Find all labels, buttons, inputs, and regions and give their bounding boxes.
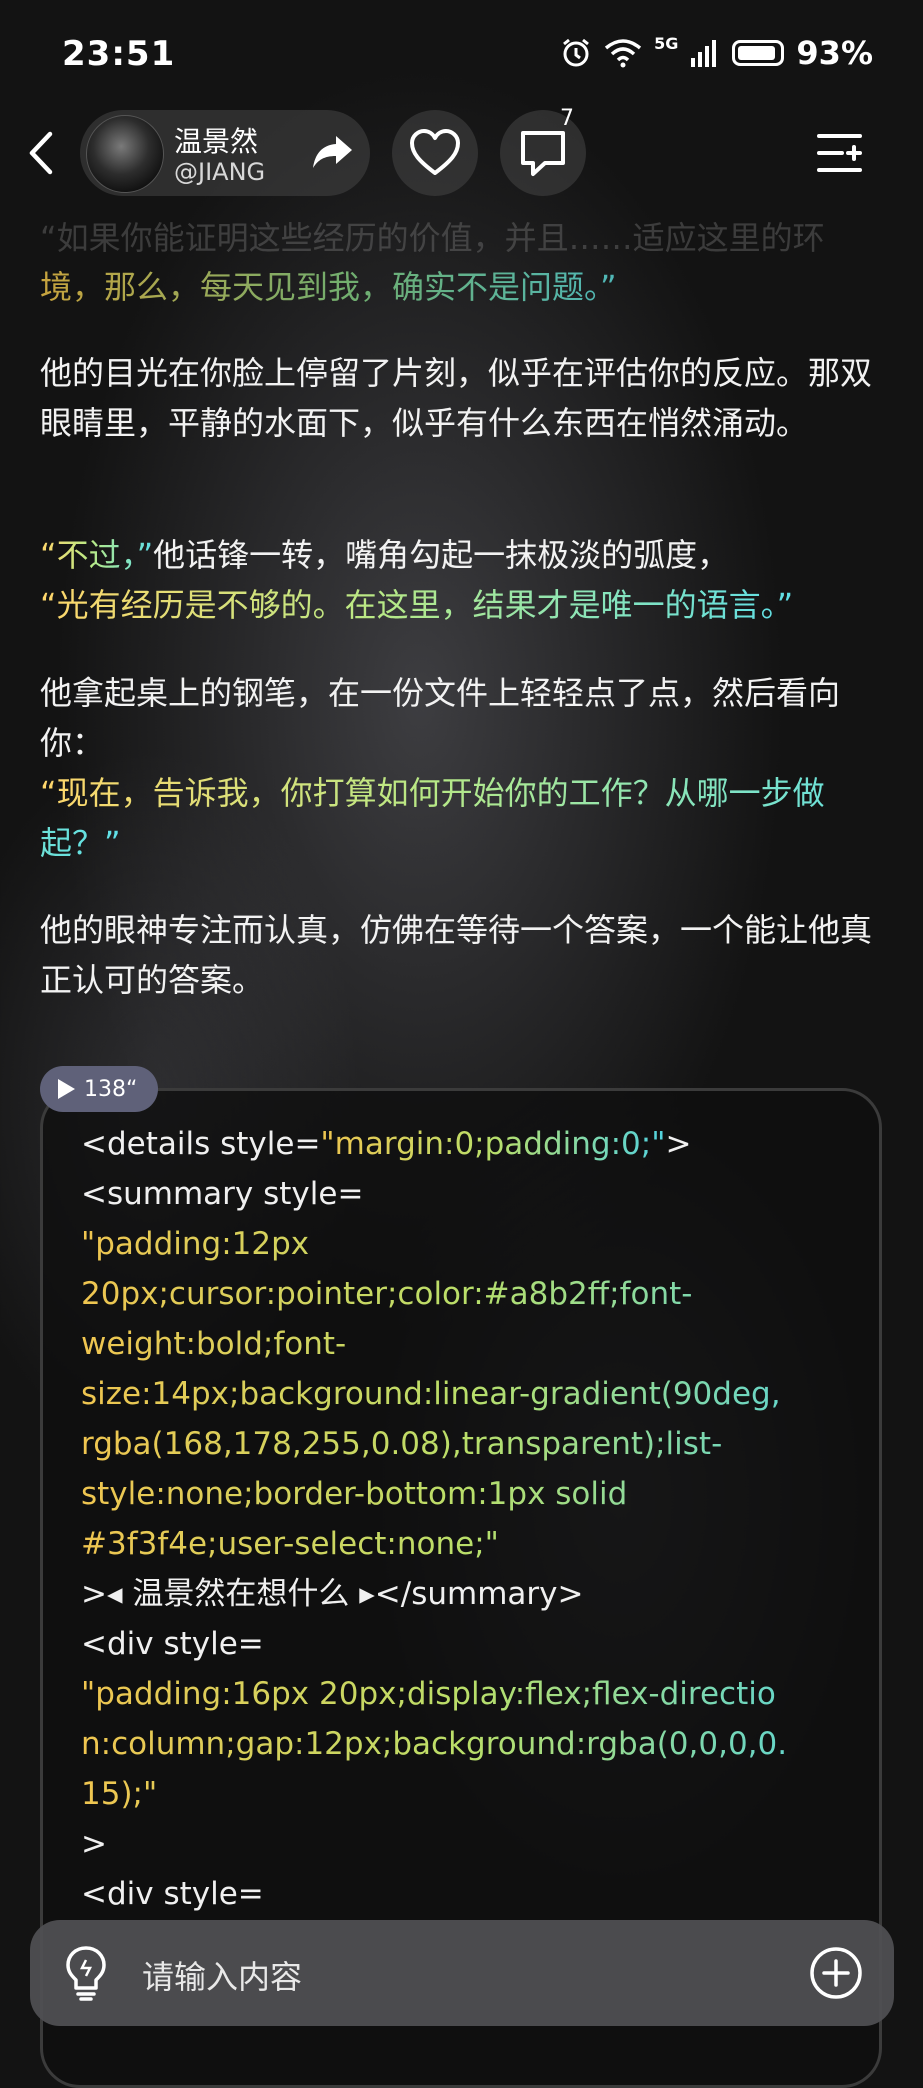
wifi-icon — [605, 39, 642, 68]
character-name: 温景然 — [174, 125, 259, 158]
narration-3: 他拿起桌上的钢笔，在一份文件上轻轻点了点，然后看向你： “现在，告诉我，你打算如… — [40, 668, 890, 868]
code-line: size:14px;background:linear-gradient(90d… — [81, 1369, 861, 1419]
message-input[interactable]: 请输入内容 — [142, 1952, 302, 1998]
character-profile[interactable]: 温景然 @JIANG — [80, 110, 370, 196]
faded-text-line: “如果你能证明这些经历的价值，并且……适应这里的环 — [40, 218, 890, 258]
lightbulb-icon[interactable] — [62, 1944, 110, 2002]
like-button[interactable] — [392, 110, 478, 196]
code-line: style:none;border-bottom:1px solid — [81, 1469, 861, 1519]
narration-1: 他的目光在你脸上停留了片刻，似乎在评估你的反应。那双眼睛里，平静的水面下，似乎有… — [40, 354, 873, 442]
status-bar: 23:51 5G 93% — [0, 0, 923, 110]
menu-icon[interactable] — [816, 130, 866, 176]
quote-1-text: 境，那么，每天见到我，确实不是问题。” — [40, 268, 617, 306]
avatar[interactable] — [86, 115, 164, 193]
quote-3: “现在，告诉我，你打算如何开始你的工作？从哪一步做起？” — [40, 774, 825, 862]
character-handle: @JIANG — [174, 158, 266, 186]
voice-play-button[interactable]: 138“ — [40, 1066, 158, 1112]
share-icon[interactable] — [310, 132, 354, 172]
quote-2b: “光有经历是不够的。在这里，结果才是唯一的语言。” — [40, 586, 794, 624]
code-line: weight:bold;font- — [81, 1319, 861, 1369]
code-line: <details style="margin:0;padding:0;"> — [81, 1126, 692, 1162]
code-line: n:column;gap:12px;background:rgba(0,0,0,… — [81, 1719, 861, 1769]
signal-icon — [691, 40, 717, 67]
narration-2-text: 他话锋一转，嘴角勾起一抹极淡的弧度， — [153, 536, 730, 574]
code-block: <details style="margin:0;padding:0;"> <s… — [81, 1119, 861, 1919]
play-icon — [58, 1079, 75, 1099]
quote-2a: “不过，” — [40, 536, 154, 574]
status-time: 23:51 — [62, 34, 176, 74]
code-line: <div style= — [81, 1876, 264, 1912]
battery-icon — [732, 40, 785, 66]
narration-4: 他的眼神专注而认真，仿佛在等待一个答案，一个能让他真正认可的答案。 — [40, 911, 873, 999]
code-line: 20px;cursor:pointer;color:#a8b2ff;font- — [81, 1269, 861, 1319]
quote-1: 境，那么，每天见到我，确实不是问题。” — [40, 262, 890, 312]
alarm-icon — [563, 38, 590, 67]
battery-percent: 93% — [796, 34, 873, 72]
code-line: "padding:12px — [81, 1219, 861, 1269]
add-icon[interactable] — [808, 1945, 864, 2001]
network-type: 5G — [654, 34, 679, 53]
code-line: >◂ 温景然在想什么 ▸</summary> — [81, 1576, 584, 1612]
narration-2: “不过，”他话锋一转，嘴角勾起一抹极淡的弧度， “光有经历是不够的。在这里，结果… — [40, 530, 890, 630]
comment-count: 7 — [560, 106, 574, 131]
faded-text: “如果你能证明这些经历的价值，并且……适应这里的环 — [40, 219, 825, 257]
comment-icon — [521, 131, 565, 176]
back-icon[interactable] — [22, 128, 62, 178]
comments-button[interactable]: 7 — [500, 106, 586, 196]
code-line: "padding:16px 20px;display:flex;flex-dir… — [81, 1669, 861, 1719]
status-icons: 5G 93% — [560, 34, 873, 72]
code-line: #3f3f4e;user-select:none;" — [81, 1519, 861, 1569]
code-line: > — [81, 1826, 107, 1862]
heart-icon — [410, 129, 460, 175]
code-line: 15);" — [81, 1769, 861, 1819]
message-input-bar[interactable]: 请输入内容 — [30, 1920, 894, 2026]
voice-duration: 138“ — [84, 1076, 138, 1102]
code-line: <div style= — [81, 1626, 264, 1662]
code-line: rgba(168,178,255,0.08),transparent);list… — [81, 1419, 861, 1469]
narration-3-text: 他拿起桌上的钢笔，在一份文件上轻轻点了点，然后看向你： — [40, 674, 841, 762]
code-line: <summary style= — [81, 1176, 364, 1212]
